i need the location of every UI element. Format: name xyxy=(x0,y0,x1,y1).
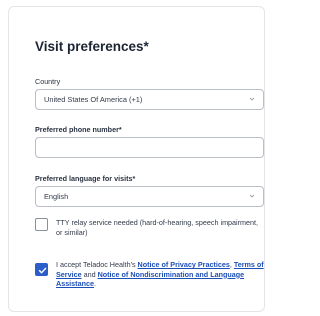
language-select[interactable]: English xyxy=(35,186,264,207)
privacy-practices-link[interactable]: Notice of Privacy Practices xyxy=(138,260,230,269)
consent-text: I accept Teladoc Health's Notice of Priv… xyxy=(56,260,264,289)
tty-checkbox-label: TTY relay service needed (hard-of-hearin… xyxy=(56,218,259,237)
country-select[interactable]: United States Of America (+1) xyxy=(35,89,264,110)
country-value: United States Of America (+1) xyxy=(44,95,143,104)
consent-checkbox[interactable] xyxy=(35,263,48,276)
country-label: Country xyxy=(35,77,61,86)
page-title: Visit preferences* xyxy=(35,39,149,54)
checkmark-icon xyxy=(38,267,46,273)
phone-input[interactable] xyxy=(35,137,264,158)
chevron-down-icon xyxy=(249,193,255,199)
phone-label: Preferred phone number* xyxy=(35,125,122,134)
consent-prefix: I accept Teladoc Health's xyxy=(56,260,138,269)
consent-sep2: and xyxy=(81,269,98,279)
language-value: English xyxy=(44,192,69,201)
language-label: Preferred language for visits* xyxy=(35,174,136,183)
tty-checkbox[interactable] xyxy=(35,218,48,231)
visit-preferences-card: Visit preferences* Country United States… xyxy=(8,6,265,312)
chevron-down-icon xyxy=(249,96,255,102)
consent-suffix: . xyxy=(93,279,96,289)
